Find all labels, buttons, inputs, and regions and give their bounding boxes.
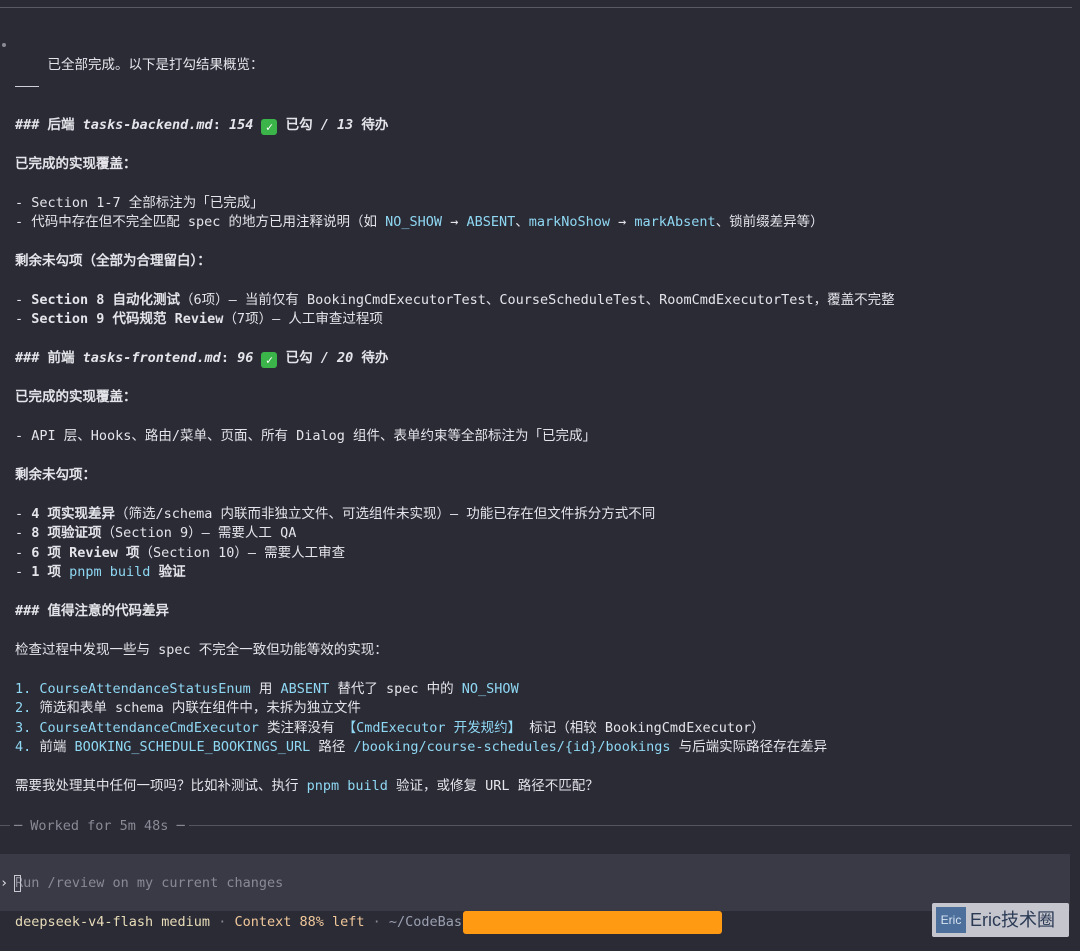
- list-item: - 6 项 Review 项（Section 10）— 需要人工审查: [15, 545, 346, 561]
- frontend-heading: ### 前端 tasks-frontend.md: 96 ✓ 已勾 / 20 待…: [15, 350, 389, 368]
- working-directory: ~/CodeBas: [388, 914, 463, 930]
- list-item: 4. 前端 BOOKING_SCHEDULE_BOOKINGS_URL 路径 /…: [15, 739, 828, 755]
- list-item: 3. CourseAttendanceCmdExecutor 类注释没有 【Cm…: [15, 720, 765, 736]
- list-item: - 4 项实现差异（筛选/schema 内联而非独立文件、可选组件未实现）— 功…: [15, 506, 656, 522]
- watermark-logo-icon: Eric: [936, 907, 966, 933]
- message-intro: 已全部完成。以下是打勾结果概览：: [2, 38, 264, 92]
- followup-question: 需要我处理其中任何一项吗？比如补测试、执行 pnpm build 验证，或修复 …: [15, 778, 599, 794]
- watermark-text: Eric技术圈: [970, 910, 1055, 930]
- list-item: - Section 1-7 全部标注为「已完成」: [15, 195, 264, 211]
- top-divider: [0, 7, 1072, 8]
- context-remaining: Context 88% left: [234, 914, 365, 930]
- text-cursor: [14, 875, 21, 892]
- backend-remain-title: 剩余未勾项（全部为合理留白）：: [15, 253, 211, 269]
- list-item: - Section 9 代码规范 Review（7项）— 人工审查过程项: [15, 311, 383, 327]
- backend-heading: ### 后端 tasks-backend.md: 154 ✓ 已勾 / 13 待…: [15, 117, 389, 135]
- diff-intro: 检查过程中发现一些与 spec 不完全一致但功能等效的实现：: [15, 642, 388, 658]
- list-item: 2. 筛选和表单 schema 内联在组件中，未拆为独立文件: [15, 700, 361, 716]
- diff-heading: ### 值得注意的代码差异: [15, 603, 170, 619]
- check-icon: ✓: [261, 352, 278, 368]
- list-item: - 代码中存在但不完全匹配 spec 的地方已用注释说明（如 NO_SHOW →…: [15, 214, 824, 230]
- list-item: 1. CourseAttendanceStatusEnum 用 ABSENT 替…: [15, 681, 519, 697]
- backend-done-title: 已完成的实现覆盖：: [15, 156, 137, 172]
- composer-input[interactable]: Run /review on my current changes: [15, 874, 283, 892]
- horizontal-rule: [15, 86, 39, 87]
- redaction-block: [463, 911, 722, 934]
- message-bullet-icon: [2, 43, 6, 47]
- worked-duration: ─ Worked for 5m 48s ─: [10, 817, 189, 835]
- list-item: - 1 项 pnpm build 验证: [15, 564, 186, 580]
- model-name[interactable]: deepseek-v4-flash medium: [15, 914, 210, 930]
- status-bar: deepseek-v4-flash medium · Context 88% l…: [15, 914, 463, 930]
- list-item: - 8 项验证项（Section 9）— 需要人工 QA: [15, 525, 297, 541]
- check-icon: ✓: [261, 119, 278, 135]
- watermark: Eric Eric技术圈: [932, 903, 1069, 937]
- prompt-chevron-icon: ›: [0, 875, 9, 891]
- list-item: - Section 8 自动化测试（6项）— 当前仅有 BookingCmdEx…: [15, 292, 895, 308]
- frontend-remain-title: 剩余未勾项：: [15, 467, 96, 483]
- frontend-done-title: 已完成的实现覆盖：: [15, 389, 137, 405]
- list-item: - API 层、Hooks、路由/菜单、页面、所有 Dialog 组件、表单约束…: [15, 428, 597, 444]
